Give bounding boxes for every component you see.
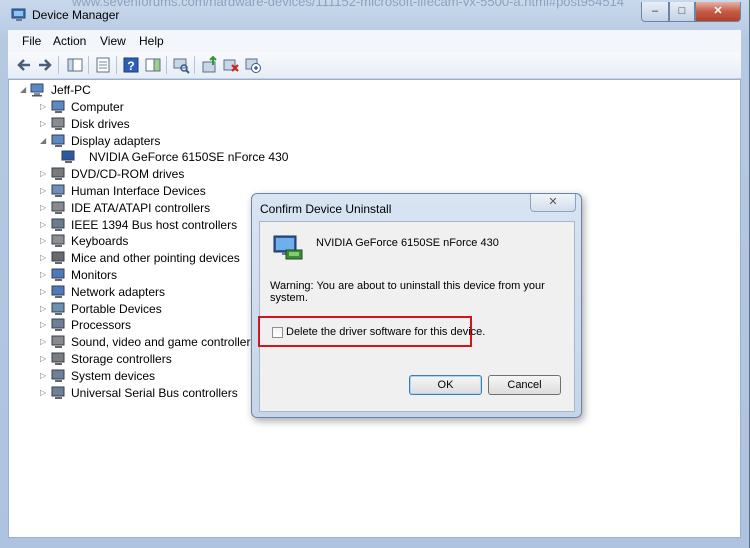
toolbar-separator — [88, 56, 89, 74]
root-label: Jeff-PC — [51, 83, 91, 97]
device-category-icon — [51, 117, 65, 130]
minimize-button[interactable]: – — [641, 2, 669, 22]
device-category-icon — [51, 302, 65, 315]
device-manager-icon — [11, 8, 26, 21]
tree-item-label: Keyboards — [71, 234, 129, 249]
tree-item-label: NVIDIA GeForce 6150SE nForce 430 — [89, 150, 289, 165]
delete-driver-checkbox[interactable] — [272, 327, 283, 338]
enable-device-icon[interactable] — [244, 56, 262, 74]
expand-arrow-icon[interactable]: ▷ — [40, 337, 47, 346]
menu-file[interactable]: File — [22, 34, 41, 48]
device-category-icon — [51, 134, 65, 147]
dialog-warning: Warning: You are about to uninstall this… — [270, 280, 545, 304]
svg-text:?: ? — [127, 59, 134, 73]
tree-item-label: Universal Serial Bus controllers — [71, 385, 238, 400]
device-category-icon — [51, 251, 65, 265]
tree-item-label: Monitors — [71, 268, 118, 282]
tree-item-label: System devices — [71, 368, 156, 383]
properties-icon[interactable] — [94, 56, 112, 74]
action-pane-icon[interactable] — [144, 56, 162, 74]
expand-arrow-icon[interactable]: ▷ — [40, 186, 47, 195]
dialog-title: Confirm Device Uninstall — [260, 202, 392, 216]
toolbar-separator — [58, 56, 59, 74]
collapse-arrow-icon[interactable]: ◢ — [40, 136, 47, 145]
device-category-icon — [51, 318, 65, 332]
computer-icon — [30, 83, 44, 97]
close-button[interactable]: ✕ — [695, 2, 741, 22]
tree-item-label: Display adapters — [71, 133, 161, 148]
tree-item-label: Computer — [71, 100, 124, 114]
expand-arrow-icon[interactable]: ▷ — [40, 270, 47, 279]
device-category-icon — [51, 369, 65, 382]
expand-arrow-icon[interactable]: ▷ — [40, 354, 47, 363]
device-category-icon — [51, 100, 65, 113]
device-category-icon — [51, 352, 65, 365]
tree-item-label: Human Interface Devices — [71, 184, 206, 198]
back-icon[interactable] — [15, 56, 33, 74]
collapse-arrow-icon[interactable]: ◢ — [20, 85, 27, 94]
tree-item-label: Disk drives — [71, 116, 130, 131]
menu-action[interactable]: Action — [53, 34, 86, 48]
tree-item-label: Mice and other pointing devices — [71, 251, 240, 266]
menu-help[interactable]: Help — [139, 34, 164, 48]
menu-view[interactable]: View — [100, 34, 126, 48]
device-category-icon — [61, 150, 75, 164]
expand-arrow-icon[interactable]: ▷ — [40, 304, 47, 313]
tree-item-label: IDE ATA/ATAPI controllers — [71, 200, 211, 215]
help-icon[interactable]: ? — [122, 56, 140, 74]
device-category-icon — [51, 386, 65, 399]
expand-arrow-icon[interactable]: ▷ — [40, 388, 47, 397]
tree-item-label: DVD/CD-ROM drives — [71, 167, 185, 182]
device-category-icon — [51, 268, 65, 281]
window-title: Device Manager — [32, 8, 120, 22]
tree-item-label: IEEE 1394 Bus host controllers — [71, 217, 238, 232]
uninstall-icon[interactable] — [222, 56, 240, 74]
toolbar-separator — [116, 56, 117, 74]
ok-button[interactable]: OK — [409, 375, 482, 395]
maximize-button[interactable]: □ — [669, 2, 695, 22]
tree-item-label: Storage controllers — [71, 352, 172, 366]
toolbar: ? — [8, 52, 741, 79]
expand-arrow-icon[interactable]: ▷ — [40, 169, 47, 178]
expand-arrow-icon[interactable]: ▷ — [40, 371, 47, 380]
device-category-icon — [51, 285, 65, 298]
update-driver-icon[interactable] — [201, 56, 219, 74]
tree-item-label: Portable Devices — [71, 301, 162, 316]
tree-item-label: Sound, video and game controllers — [71, 335, 257, 350]
device-category-icon — [51, 218, 65, 231]
device-category-icon — [51, 184, 65, 197]
background-url: www.sevenforums.com/hardware-devices/111… — [72, 0, 625, 9]
device-category-icon — [51, 167, 65, 181]
expand-arrow-icon[interactable]: ▷ — [40, 287, 47, 296]
dialog-device-name: NVIDIA GeForce 6150SE nForce 430 — [316, 237, 499, 249]
dialog-close-button[interactable]: ✕ — [530, 194, 576, 212]
device-category-icon — [51, 335, 65, 349]
device-manager-window: www.sevenforums.com/hardware-devices/111… — [0, 0, 750, 548]
toolbar-separator — [166, 56, 167, 74]
expand-arrow-icon[interactable]: ▷ — [40, 236, 47, 245]
expand-arrow-icon[interactable]: ▷ — [40, 253, 47, 262]
delete-driver-checkbox-label[interactable]: Delete the driver software for this devi… — [286, 326, 485, 338]
expand-arrow-icon[interactable]: ▷ — [40, 320, 47, 329]
expand-arrow-icon[interactable]: ▷ — [40, 102, 47, 111]
device-category-icon — [51, 201, 65, 214]
cancel-button[interactable]: Cancel — [488, 375, 561, 395]
show-hide-console-tree-icon[interactable] — [66, 56, 84, 74]
confirm-uninstall-dialog: Confirm Device Uninstall ✕ NVIDIA GeForc… — [251, 193, 582, 418]
expand-arrow-icon[interactable]: ▷ — [40, 220, 47, 229]
scan-hardware-icon[interactable] — [172, 56, 190, 74]
title-bar[interactable]: www.sevenforums.com/hardware-devices/111… — [0, 0, 750, 30]
tree-item-label: Network adapters — [71, 284, 166, 299]
forward-icon[interactable] — [36, 56, 54, 74]
dialog-body: NVIDIA GeForce 6150SE nForce 430 Warning… — [258, 221, 575, 412]
expand-arrow-icon[interactable]: ▷ — [40, 119, 47, 128]
toolbar-separator — [194, 56, 195, 74]
device-category-icon — [51, 234, 65, 248]
expand-arrow-icon[interactable]: ▷ — [40, 203, 47, 212]
tree-item-label: Processors — [71, 318, 132, 333]
menu-bar: File Action View Help — [8, 30, 741, 53]
display-adapter-icon — [273, 235, 303, 260]
